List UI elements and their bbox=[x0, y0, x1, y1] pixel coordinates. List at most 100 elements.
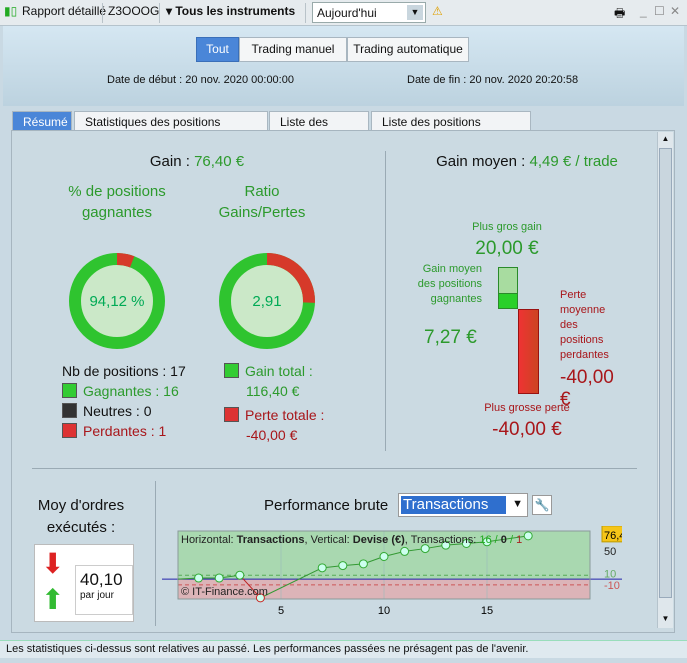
watermark: © IT-Finance.com bbox=[181, 586, 268, 598]
print-icon[interactable]: 🖶 bbox=[614, 4, 625, 25]
total-gain-label: Gain total : bbox=[245, 363, 313, 379]
positions-legend: Nb de positions : 17 Gagnantes : 16 Neut… bbox=[62, 361, 186, 441]
x-tick-label: 5 bbox=[278, 605, 284, 617]
avg-win-label: Gain moyen des positions gagnantes bbox=[417, 263, 482, 305]
chevron-down-icon: ▼ bbox=[512, 498, 523, 510]
end-value: 20 nov. 2020 20:20:58 bbox=[469, 74, 579, 86]
data-point bbox=[358, 559, 368, 569]
avg-gain-label: Gain moyen : bbox=[436, 153, 526, 170]
segment-automatic[interactable]: Trading automatique bbox=[347, 37, 469, 62]
account-button[interactable]: Z3OOOG bbox=[108, 4, 159, 18]
minimize-button[interactable]: _ bbox=[640, 4, 647, 18]
instruments-dropdown[interactable]: ▾ Tous les instruments bbox=[166, 4, 295, 18]
start-date: Date de début : 20 nov. 2020 00:00:00 bbox=[107, 74, 294, 86]
segment-all[interactable]: Tout bbox=[196, 37, 239, 62]
avg-gain: Gain moyen : 4,49 € / trade bbox=[387, 153, 667, 170]
data-point bbox=[400, 546, 410, 556]
winners: Gagnantes : 16 bbox=[83, 383, 179, 399]
orders-card: ⬇ ⬆ 40,10 par jour bbox=[34, 544, 134, 622]
tab-orders[interactable]: Liste des ordres bbox=[269, 111, 369, 143]
x-tick-label: 10 bbox=[378, 605, 390, 617]
totals-legend: Gain total : 116,40 € Perte totale : -40… bbox=[224, 361, 324, 445]
avg-win-value: 7,27 € bbox=[424, 327, 477, 348]
perf-select-value: Transactions bbox=[401, 496, 506, 514]
x-tick-label: 15 bbox=[481, 605, 493, 617]
divider bbox=[385, 151, 386, 451]
scroll-up-icon[interactable]: ▲ bbox=[659, 134, 672, 146]
tab-closed-stats[interactable]: Statistiques des positions clôturées bbox=[74, 111, 268, 143]
ratio-value: 2,91 bbox=[252, 293, 282, 310]
scroll-thumb[interactable] bbox=[659, 148, 672, 598]
data-point bbox=[523, 531, 533, 541]
data-point bbox=[194, 573, 204, 583]
biggest-gain-bar bbox=[498, 267, 518, 294]
gain-value: 76,40 € bbox=[194, 153, 245, 170]
orders-value: 40,10 bbox=[80, 570, 123, 589]
instruments-label: Tous les instruments bbox=[175, 4, 296, 18]
scroll-down-icon[interactable]: ▼ bbox=[659, 614, 672, 626]
y-tick-label: 50 bbox=[604, 546, 616, 558]
biggest-gain-label: Plus gros gain bbox=[472, 221, 542, 233]
candlestick-icon: ▮▯ bbox=[4, 4, 18, 18]
total-loss-value: -40,00 € bbox=[246, 427, 298, 443]
data-point bbox=[214, 573, 224, 583]
red-square-icon bbox=[62, 423, 77, 438]
performance-chart: Horizontal: Transactions, Vertical: Devi… bbox=[162, 526, 622, 617]
filter-header: Tout Trading manuel Trading automatique … bbox=[3, 26, 684, 106]
divider bbox=[32, 468, 637, 469]
black-square-icon bbox=[62, 403, 77, 418]
win-pct-value: 94,12 % bbox=[89, 293, 145, 310]
start-label: Date de début : bbox=[107, 74, 183, 86]
end-date: Date de fin : 20 nov. 2020 20:20:58 bbox=[407, 74, 578, 86]
segment-manual[interactable]: Trading manuel bbox=[239, 37, 347, 62]
biggest-loss-value: -40,00 € bbox=[492, 419, 562, 440]
data-point bbox=[338, 561, 348, 571]
tab-closed-positions[interactable]: Liste des positions clôturées bbox=[371, 111, 531, 143]
status-bar: Les statistiques ci-dessus sont relative… bbox=[0, 640, 687, 658]
biggest-loss-label: Plus grosse perte bbox=[484, 402, 570, 414]
y-tick-label: 10 bbox=[604, 569, 616, 581]
loss-bar bbox=[518, 309, 539, 394]
perf-select[interactable]: Transactions ▼ bbox=[398, 493, 528, 517]
orders-label: Moy d'ordres exécutés : bbox=[37, 497, 125, 536]
data-point bbox=[317, 563, 327, 573]
warning-icon[interactable]: ⚠ bbox=[432, 4, 443, 18]
win-pct-title: % de positions gagnantes bbox=[68, 183, 166, 221]
y-tick-label: -10 bbox=[604, 580, 620, 592]
avg-loss-label: Perte moyenne des positions perdantes bbox=[560, 289, 609, 361]
close-button[interactable]: ✕ bbox=[670, 4, 680, 18]
period-value: Aujourd'hui bbox=[317, 6, 377, 20]
toolbar: ▮▯ Rapport détaillé Z3OOOG ▾ Tous les in… bbox=[0, 0, 687, 26]
nb-positions: Nb de positions : 17 bbox=[62, 363, 186, 379]
total-loss-label: Perte totale : bbox=[245, 407, 325, 423]
gain: Gain : 76,40 € bbox=[12, 153, 382, 170]
start-value: 20 nov. 2020 00:00:00 bbox=[185, 74, 294, 86]
data-point bbox=[235, 570, 245, 580]
data-point bbox=[379, 552, 389, 561]
biggest-gain-value: 20,00 € bbox=[475, 238, 539, 259]
orders-unit: par jour bbox=[80, 590, 114, 601]
last-value-label: 76,4 bbox=[604, 530, 622, 542]
avg-gain-value: 4,49 € / trade bbox=[529, 153, 618, 170]
avg-win-bar bbox=[498, 293, 518, 309]
chart-caption: Horizontal: Transactions, Vertical: Devi… bbox=[181, 534, 522, 546]
total-gain-value: 116,40 € bbox=[246, 383, 300, 399]
end-label: Date de fin : bbox=[407, 74, 467, 86]
settings-wrench-button[interactable]: 🔧 bbox=[532, 495, 552, 515]
period-select[interactable]: Aujourd'hui ▼ bbox=[312, 2, 426, 23]
green-square-icon bbox=[62, 383, 77, 398]
chevron-down-icon: ▼ bbox=[407, 5, 423, 20]
perf-label: Performance brute bbox=[264, 497, 389, 514]
report-title: Rapport détaillé bbox=[22, 4, 107, 18]
scrollbar[interactable]: ▲ ▼ bbox=[657, 132, 673, 628]
arrow-down-icon: ⬇ bbox=[41, 548, 65, 579]
red-square-icon bbox=[224, 407, 239, 422]
divider bbox=[155, 481, 156, 626]
summary-panel: Gain : 76,40 € % de positions gagnantes … bbox=[11, 130, 675, 633]
tab-summary[interactable]: Résumé bbox=[12, 111, 72, 131]
arrow-up-icon: ⬆ bbox=[41, 584, 65, 615]
gain-label: Gain : bbox=[149, 153, 190, 170]
neutral: Neutres : 0 bbox=[83, 403, 152, 419]
maximize-button[interactable]: ☐ bbox=[654, 4, 665, 18]
losers: Perdantes : 1 bbox=[83, 423, 167, 439]
